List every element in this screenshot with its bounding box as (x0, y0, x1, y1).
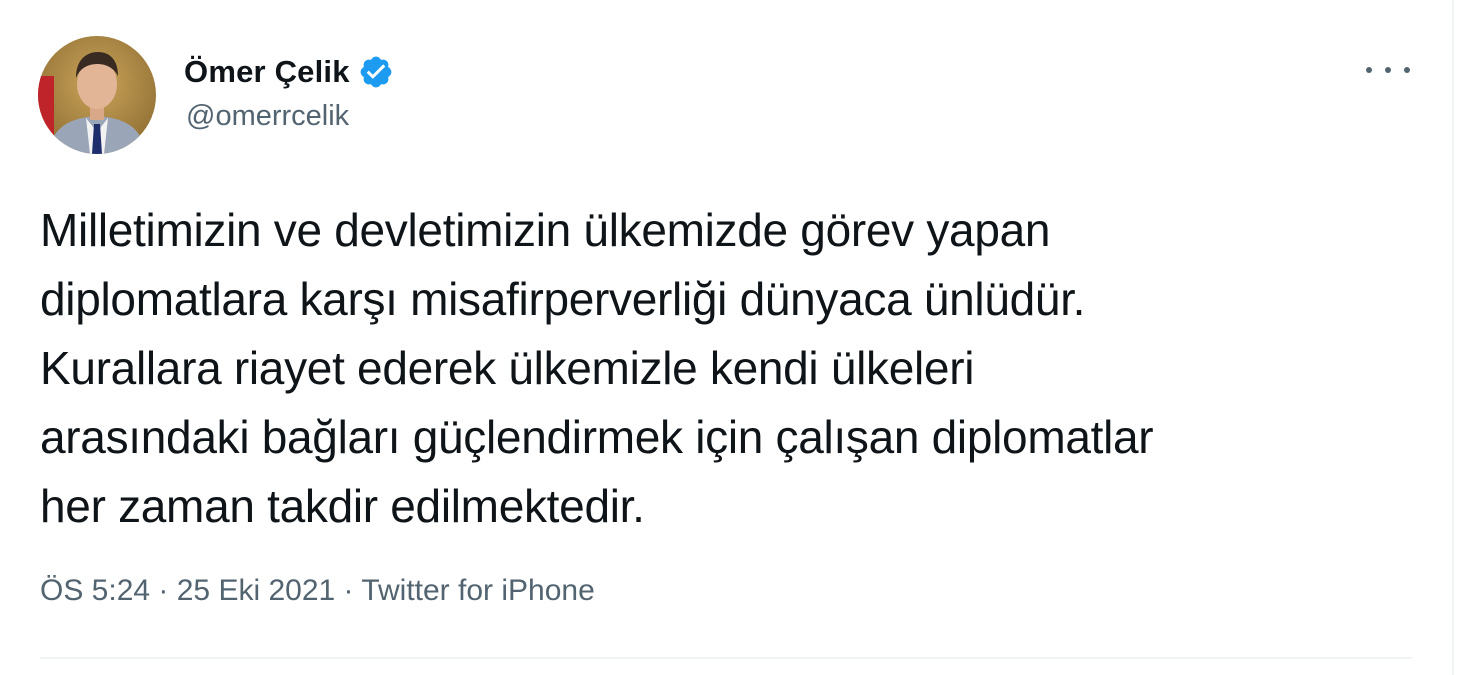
meta-separator: · (150, 574, 177, 607)
tweet-date[interactable]: 25 Eki 2021 (177, 574, 335, 607)
tweet-text-line: Milletimizin ve devletimizin ülkemizde g… (40, 204, 1051, 256)
meta-separator: · (335, 574, 362, 607)
more-horizontal-icon-dot (1385, 67, 1391, 73)
tweet-text: Milletimizin ve devletimizin ülkemizde g… (40, 196, 1430, 541)
tweet-text-line: her zaman takdir edilmektedir. (40, 480, 645, 532)
tweet-meta: ÖS 5:24 · 25 Eki 2021 · Twitter for iPho… (40, 574, 595, 608)
verified-badge-icon (358, 54, 394, 90)
tweet-card: Ömer Çelik @omerrcelik Milletimizin ve d… (0, 0, 1472, 675)
more-options-button[interactable] (1366, 58, 1410, 82)
more-horizontal-icon-dot (1404, 67, 1410, 73)
avatar[interactable] (38, 36, 156, 154)
author-name-row[interactable]: Ömer Çelik (184, 52, 394, 92)
author-display-name[interactable]: Ömer Çelik (184, 54, 350, 90)
card-right-border (1452, 0, 1454, 675)
tweet-text-line: diplomatlara karşı misafirperverliği dün… (40, 273, 1086, 325)
author-handle[interactable]: @omerrcelik (186, 100, 349, 133)
tweet-text-line: Kurallara riayet ederek ülkemizle kendi … (40, 342, 975, 394)
tweet-text-line: arasındaki bağları güçlendirmek için çal… (40, 411, 1154, 463)
bottom-divider (40, 657, 1412, 659)
more-horizontal-icon (1366, 67, 1372, 73)
avatar-image (38, 36, 156, 154)
tweet-time[interactable]: ÖS 5:24 (40, 574, 150, 607)
tweet-source[interactable]: Twitter for iPhone (361, 574, 594, 607)
